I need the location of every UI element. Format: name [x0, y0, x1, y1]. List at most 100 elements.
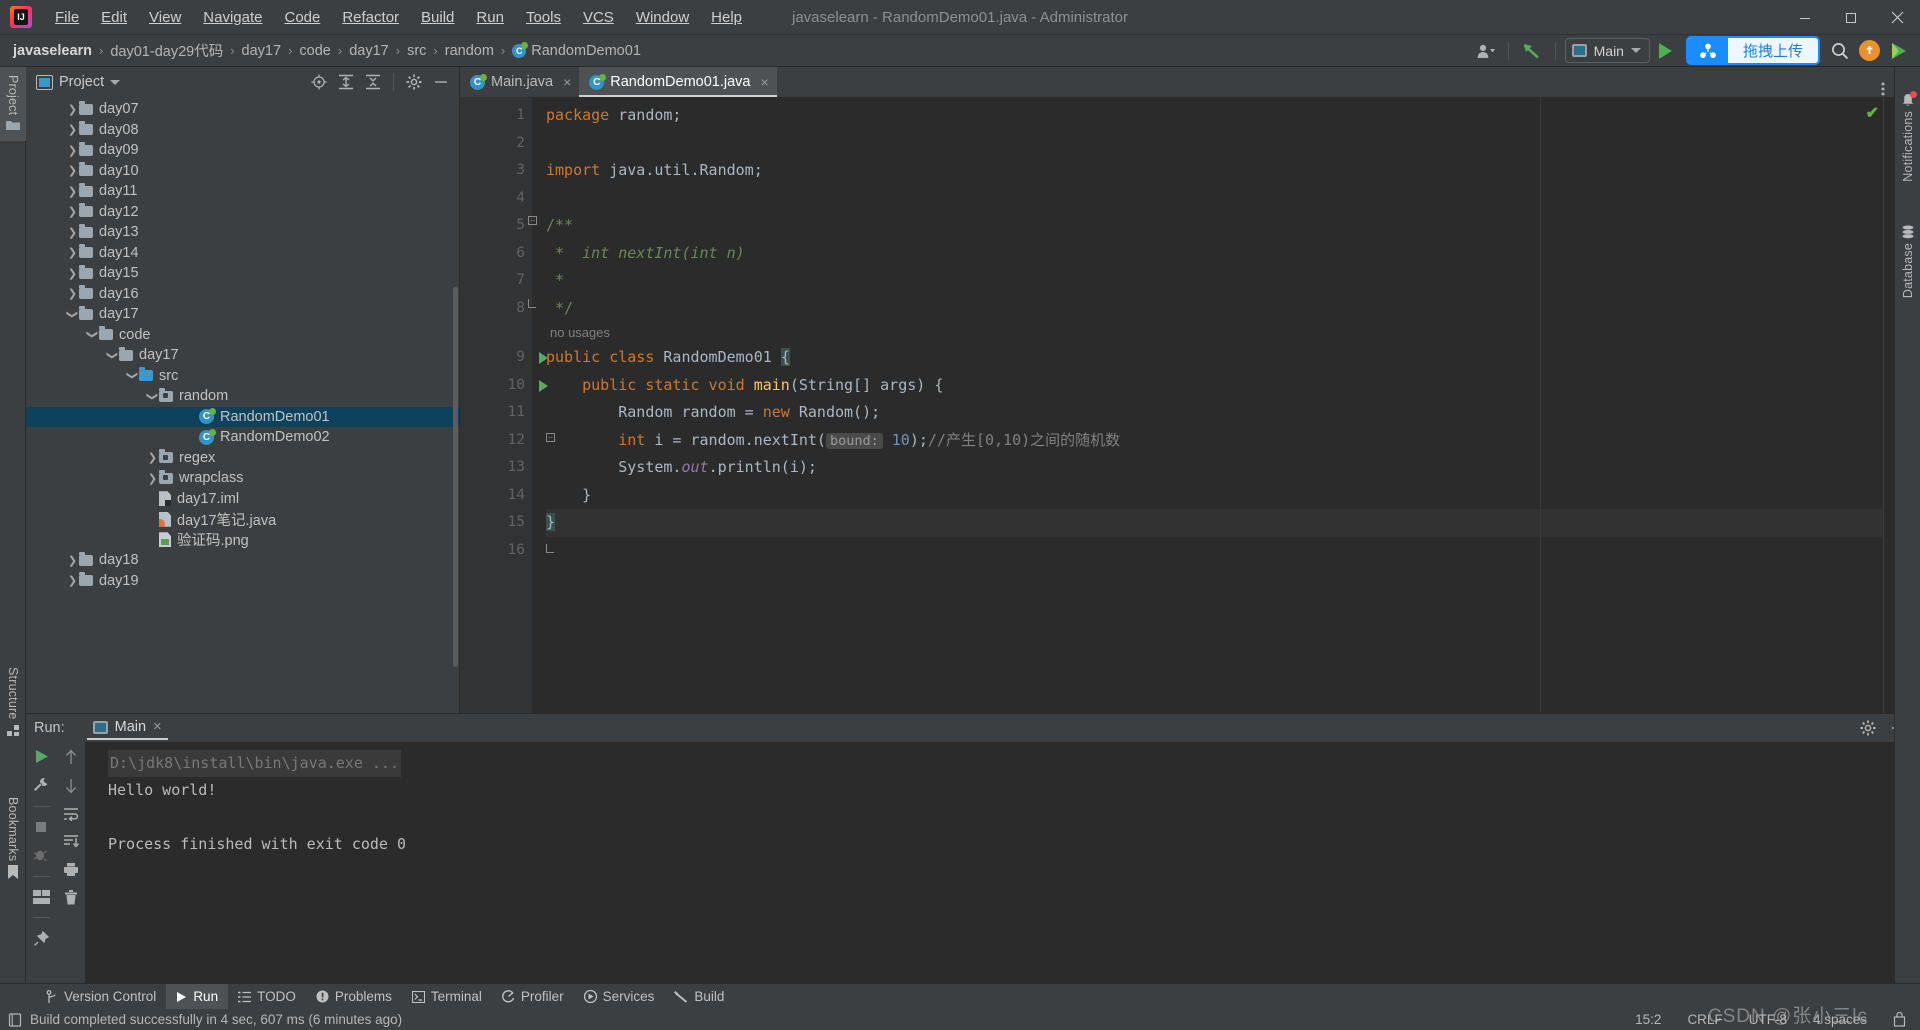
tree-item-day17java[interactable]: day17笔记.java: [26, 509, 459, 530]
tool-window-problems[interactable]: Problems: [306, 984, 402, 1010]
event-log-icon[interactable]: [8, 1012, 22, 1027]
tool-window-run[interactable]: Run: [166, 983, 229, 1010]
collapse-all-icon[interactable]: [365, 74, 381, 90]
chevron-right-icon[interactable]: ❯: [66, 287, 79, 300]
tree-item-day07[interactable]: ❯ day07: [26, 99, 459, 120]
breadcrumb-item-project[interactable]: javaselearn: [10, 41, 95, 61]
menu-navigate[interactable]: Navigate: [192, 5, 273, 30]
breadcrumb-item-file[interactable]: RandomDemo01: [509, 41, 644, 61]
menu-view[interactable]: View: [138, 5, 192, 30]
tree-item-day18[interactable]: ❯ day18: [26, 550, 459, 571]
read-only-toggle-icon[interactable]: [1893, 1012, 1906, 1027]
chevron-right-icon[interactable]: ❯: [146, 472, 159, 485]
sidebar-item-structure[interactable]: Structure: [0, 657, 26, 747]
tree-item-day13[interactable]: ❯ day13: [26, 222, 459, 243]
play-color-icon[interactable]: [1886, 38, 1912, 64]
editor-text[interactable]: package random; import java.util.Random;…: [532, 97, 1895, 713]
code-editor[interactable]: 1 2 3 4 5 6 7 8 9 10 11 12 13 14 15 16 −: [460, 97, 1895, 713]
tool-window-terminal[interactable]: Terminal: [402, 984, 492, 1010]
soft-wrap-icon[interactable]: [63, 807, 79, 821]
user-account-icon[interactable]: [1473, 38, 1499, 64]
run-tab-main[interactable]: Main ×: [86, 716, 168, 740]
tree-item-day09[interactable]: ❯ day09: [26, 140, 459, 161]
tree-item-day11[interactable]: ❯ day11: [26, 181, 459, 202]
close-button[interactable]: [1874, 0, 1920, 35]
tree-item-png[interactable]: 验证码.png: [26, 530, 459, 551]
drag-upload-button[interactable]: 拖拽上传: [1685, 36, 1820, 65]
tree-item-regex[interactable]: ❯ regex: [26, 448, 459, 469]
tool-window-version-control[interactable]: Version Control: [36, 984, 166, 1010]
debug-icon[interactable]: [33, 847, 49, 863]
menu-vcs[interactable]: VCS: [572, 5, 625, 30]
usages-hint[interactable]: no usages: [546, 322, 1895, 344]
close-icon[interactable]: ×: [761, 74, 769, 90]
vcs-update-arrow-icon[interactable]: [1518, 38, 1546, 64]
chevron-right-icon[interactable]: ❯: [66, 554, 79, 567]
tree-item-day12[interactable]: ❯ day12: [26, 202, 459, 223]
menu-help[interactable]: Help: [700, 5, 753, 30]
gear-icon[interactable]: [406, 74, 422, 90]
scroll-end-icon[interactable]: [63, 834, 79, 849]
sidebar-item-project[interactable]: Project: [0, 67, 26, 142]
sidebar-item-bookmarks[interactable]: Bookmarks: [0, 787, 26, 890]
tree-item-code[interactable]: ❯ code: [26, 325, 459, 346]
sidebar-item-database[interactable]: Database: [1895, 217, 1920, 306]
hide-icon[interactable]: [433, 74, 449, 90]
tool-window-profiler[interactable]: Profiler: [492, 984, 574, 1010]
editor-gutter[interactable]: 1 2 3 4 5 6 7 8 9 10 11 12 13 14 15 16: [460, 97, 548, 713]
caret-position[interactable]: 15:2: [1635, 1012, 1661, 1027]
chevron-right-icon[interactable]: ❯: [66, 205, 79, 218]
chevron-right-icon[interactable]: ❯: [66, 164, 79, 177]
chevron-right-icon[interactable]: ❯: [66, 246, 79, 259]
breadcrumb-item-5[interactable]: src: [404, 41, 429, 61]
menu-build[interactable]: Build: [410, 5, 465, 30]
breadcrumb-item-1[interactable]: day01-day29代码: [107, 38, 226, 63]
inspection-status-icon[interactable]: ✔: [1866, 103, 1879, 123]
tree-item-day19[interactable]: ❯ day19: [26, 571, 459, 592]
chevron-down-icon[interactable]: [110, 79, 121, 85]
more-vertical-icon[interactable]: [1881, 81, 1885, 97]
chevron-down-icon[interactable]: ❯: [86, 328, 99, 341]
menu-edit[interactable]: Edit: [90, 5, 138, 30]
menu-refactor[interactable]: Refactor: [331, 5, 410, 30]
tool-window-build[interactable]: Build: [664, 984, 734, 1010]
tree-item-randomdemo01[interactable]: RandomDemo01: [26, 406, 459, 427]
chevron-down-icon[interactable]: ❯: [66, 308, 79, 321]
indent-setting[interactable]: 4 spaces: [1813, 1012, 1867, 1027]
tree-item-day14[interactable]: ❯ day14: [26, 243, 459, 264]
pin-icon[interactable]: [33, 931, 49, 947]
editor-tab-main[interactable]: Main.java ×: [460, 67, 579, 97]
menu-code[interactable]: Code: [273, 5, 331, 30]
run-console[interactable]: D:\jdk8\install\bin\java.exe ... Hello w…: [86, 742, 1920, 983]
project-tree-scrollbar[interactable]: [453, 287, 458, 667]
tree-item-day08[interactable]: ❯ day08: [26, 120, 459, 141]
gear-icon[interactable]: [1860, 720, 1876, 736]
tree-item-day15[interactable]: ❯ day15: [26, 263, 459, 284]
expand-all-icon[interactable]: [338, 74, 354, 90]
chevron-right-icon[interactable]: ❯: [66, 103, 79, 116]
line-separator[interactable]: CRLF: [1687, 1012, 1722, 1027]
menu-file[interactable]: File: [44, 5, 90, 30]
up-arrow-icon[interactable]: [64, 749, 78, 765]
file-encoding[interactable]: UTF-8: [1749, 1012, 1787, 1027]
breadcrumb-item-6[interactable]: random: [442, 41, 497, 61]
tool-window-services[interactable]: Services: [574, 984, 665, 1010]
tree-item-src[interactable]: ❯ src: [26, 366, 459, 387]
menu-tools[interactable]: Tools: [515, 5, 572, 30]
menu-window[interactable]: Window: [625, 5, 700, 30]
breadcrumb-item-4[interactable]: day17: [346, 41, 392, 61]
rerun-icon[interactable]: [34, 749, 49, 764]
run-play-icon[interactable]: [1658, 42, 1672, 59]
sidebar-item-notifications[interactable]: Notifications: [1895, 85, 1920, 190]
wrench-icon[interactable]: [33, 777, 49, 793]
chevron-down-icon[interactable]: ❯: [146, 390, 159, 403]
minimize-button[interactable]: [1782, 0, 1828, 35]
chevron-right-icon[interactable]: ❯: [66, 123, 79, 136]
tree-item-day17iml[interactable]: day17.iml: [26, 489, 459, 510]
close-icon[interactable]: ×: [563, 74, 571, 90]
chevron-right-icon[interactable]: ❯: [66, 226, 79, 239]
tree-item-day17[interactable]: ❯ day17: [26, 345, 459, 366]
breadcrumb-item-2[interactable]: day17: [239, 41, 285, 61]
tree-item-day16[interactable]: ❯ day16: [26, 284, 459, 305]
tree-item-random[interactable]: ❯ random: [26, 386, 459, 407]
